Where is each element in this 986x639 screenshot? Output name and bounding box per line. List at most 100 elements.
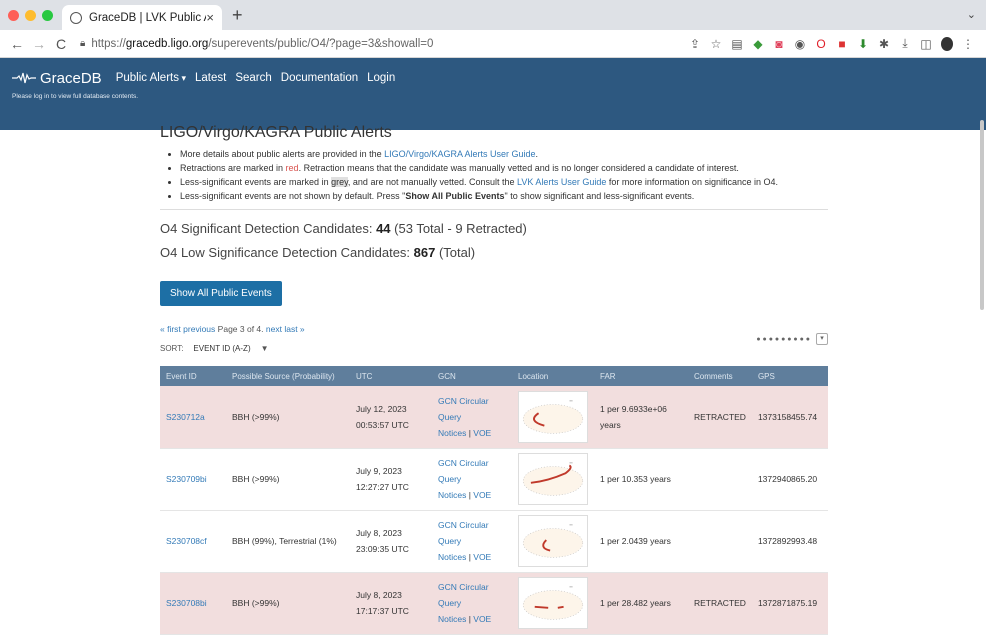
reader-icon[interactable]: ▤ — [731, 37, 743, 51]
utc-time: 00:53:57 UTC — [356, 419, 409, 430]
gcn-voe-link[interactable]: VOE — [473, 614, 491, 624]
gps-cell: 1372871875.19 — [751, 572, 828, 635]
menu-dots-icon[interactable]: ⋮ — [962, 37, 974, 51]
event-id-link[interactable]: S230712a — [166, 412, 205, 422]
maximize-window-button[interactable] — [42, 10, 53, 21]
gcn-query-link[interactable]: Query — [438, 409, 506, 425]
download-arrow-green-icon[interactable]: ⬇ — [857, 37, 869, 51]
extension-green-icon[interactable]: ◆ — [752, 37, 764, 51]
page-indicator: Page 3 of 4. — [217, 324, 264, 334]
opera-icon[interactable]: O — [815, 37, 827, 51]
puzzle-icon[interactable]: ✱ — [878, 37, 890, 51]
skymap-thumbnail[interactable]: ≡≡ — [518, 453, 588, 505]
skymap-thumbnail[interactable]: ≡≡ — [518, 515, 588, 567]
first-page-link[interactable]: « first — [160, 324, 181, 334]
nav-search[interactable]: Search — [235, 72, 271, 84]
utc-cell: July 8, 2023 23:09:35 UTC — [350, 510, 432, 573]
gcn-query-link[interactable]: Query — [438, 533, 506, 549]
gcn-cell: GCN Circular Query Notices | VOE — [432, 448, 512, 511]
gcn-voe-link[interactable]: VOE — [473, 428, 491, 438]
brand-name: GraceDB — [40, 69, 102, 87]
info-text: Retractions are marked in — [180, 163, 286, 173]
event-id-link[interactable]: S230708bi — [166, 598, 207, 608]
table-row: S230708bi BBH (>99%) July 8, 2023 17:17:3… — [160, 572, 828, 635]
favicon-icon — [70, 11, 82, 24]
nav-public-alerts[interactable]: Public Alerts — [116, 72, 186, 84]
info-text: for more information on significance in … — [606, 177, 778, 187]
gcn-voe-link[interactable]: VOE — [473, 490, 491, 500]
gcn-query-link[interactable]: Query — [438, 595, 506, 611]
gcn-notices-link[interactable]: Notices — [438, 552, 466, 562]
forward-icon[interactable]: → — [30, 36, 48, 52]
source-cell: BBH (>99%) — [226, 448, 350, 511]
bookmark-star-icon[interactable]: ☆ — [710, 37, 722, 51]
tab-title: GraceDB | LVK Public Alerts — [89, 11, 206, 24]
comment-cell — [688, 448, 752, 511]
tab-search-chevron-icon[interactable]: ⌄ — [967, 8, 976, 21]
url-path: /superevents/public/O4/?page=3&showall=0 — [208, 37, 434, 50]
gps-cell: 1372892993.48 — [751, 510, 828, 573]
page-title: LIGO/Virgo/KAGRA Public Alerts — [160, 124, 392, 141]
gcn-query-link[interactable]: Query — [438, 471, 506, 487]
gcn-voe-link[interactable]: VOE — [473, 552, 491, 562]
nav-latest[interactable]: Latest — [195, 72, 226, 84]
previous-page-link[interactable]: previous — [183, 324, 215, 334]
extension-grey-icon[interactable]: ◉ — [794, 37, 806, 51]
pocket-icon[interactable]: ◙ — [773, 37, 785, 51]
column-options[interactable]: ● ● ● ● ● ● ● ● ● ▾ — [756, 333, 828, 345]
next-page-link[interactable]: next — [266, 324, 282, 334]
lvk-user-guide-link[interactable]: LVK Alerts User Guide — [517, 177, 606, 187]
comment-cell: RETRACTED — [688, 572, 752, 635]
gcn-notices-link[interactable]: Notices — [438, 490, 466, 500]
new-tab-icon[interactable]: + — [232, 5, 243, 26]
browser-tab[interactable]: GraceDB | LVK Public Alerts × — [62, 5, 222, 30]
close-tab-icon[interactable]: × — [206, 10, 214, 25]
col-comments: Comments — [688, 366, 752, 386]
stat-detail: (Total) — [435, 245, 476, 260]
stat-value: 867 — [413, 245, 436, 260]
svg-text:≡≡: ≡≡ — [569, 398, 573, 402]
col-event-id: Event ID — [160, 366, 226, 386]
address-bar[interactable]: 🔒︎ https://gracedb.ligo.org/superevents/… — [80, 38, 689, 50]
download-icon[interactable]: ⤓ — [899, 36, 911, 51]
gcn-circular-link[interactable]: GCN Circular — [438, 517, 506, 533]
sort-label: SORT: — [160, 344, 184, 353]
show-all-events-button[interactable]: Show All Public Events — [160, 281, 282, 306]
event-id-link[interactable]: S230708cf — [166, 536, 207, 546]
divider — [160, 209, 828, 210]
page-scrollbar[interactable] — [980, 120, 984, 310]
extension-icons: ⇪ ☆ ▤ ◆ ◙ ◉ O ■ ⬇ ✱ ⤓ ◫ ● ⋮ — [689, 36, 974, 51]
col-location: Location — [512, 366, 594, 386]
gcn-notices-link[interactable]: Notices — [438, 614, 466, 624]
nav-documentation[interactable]: Documentation — [281, 72, 358, 84]
back-icon[interactable]: ← — [8, 36, 26, 52]
sort-value[interactable]: EVENT ID (A-Z) — [193, 344, 250, 353]
event-id-cell: S230709bi — [160, 448, 226, 511]
utc-date: July 8, 2023 — [356, 528, 402, 538]
sidebar-icon[interactable]: ◫ — [920, 37, 932, 51]
site-brand[interactable]: GraceDB — [12, 70, 102, 87]
url-host: gracedb.ligo.org — [125, 37, 209, 50]
sort-caret-icon[interactable]: ▼ — [261, 344, 269, 353]
event-id-link[interactable]: S230709bi — [166, 474, 207, 484]
nav-login[interactable]: Login — [367, 72, 395, 84]
extension-red-icon[interactable]: ■ — [836, 37, 848, 51]
gcn-circular-link[interactable]: GCN Circular — [438, 455, 506, 471]
minimize-window-button[interactable] — [25, 10, 36, 21]
skymap-thumbnail[interactable]: ≡≡ — [518, 390, 588, 443]
gcn-circular-link[interactable]: GCN Circular — [438, 579, 506, 595]
sort-control[interactable]: SORT: EVENT ID (A-Z) ▼ — [160, 344, 828, 353]
avatar[interactable]: ● — [941, 36, 953, 51]
gcn-notices-group: Notices | VOE — [438, 487, 506, 503]
last-page-link[interactable]: last » — [284, 324, 304, 334]
close-window-button[interactable] — [8, 10, 19, 21]
column-dropdown-icon[interactable]: ▾ — [816, 333, 828, 345]
share-icon[interactable]: ⇪ — [689, 37, 701, 51]
gcn-circular-link[interactable]: GCN Circular — [438, 393, 506, 409]
utc-cell: July 8, 2023 17:17:37 UTC — [350, 572, 432, 635]
gcn-notices-link[interactable]: Notices — [438, 428, 466, 438]
comment-cell — [688, 510, 752, 573]
reload-icon[interactable]: C — [52, 36, 70, 52]
alerts-user-guide-link[interactable]: LIGO/Virgo/KAGRA Alerts User Guide — [384, 149, 535, 159]
skymap-thumbnail[interactable]: ≡≡ — [518, 577, 588, 629]
